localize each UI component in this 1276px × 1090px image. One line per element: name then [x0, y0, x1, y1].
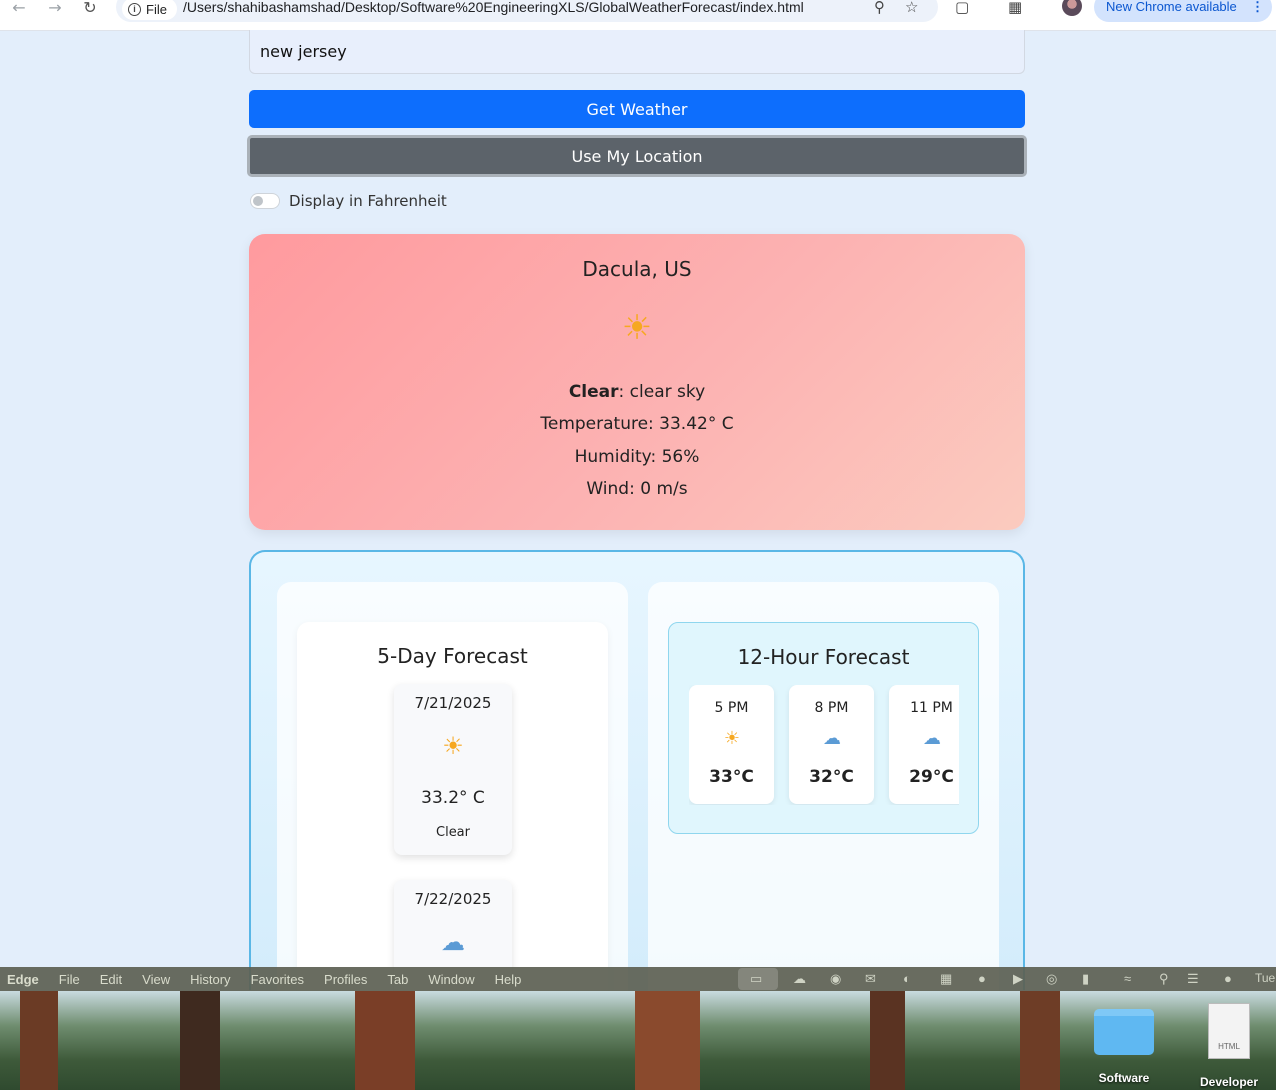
browser-toolbar: ← → ↻ i File /Users/shahibashamshad/Desk…: [0, 0, 1276, 31]
control-center-icon[interactable]: ☰: [1187, 971, 1199, 987]
hour-time: 5 PM: [714, 700, 749, 716]
fahrenheit-toggle-row: Display in Fahrenheit: [250, 192, 447, 210]
cloud-icon: ☁: [923, 728, 941, 749]
hour-temperature: 29°C: [909, 767, 954, 787]
menu-window[interactable]: Window: [428, 972, 474, 987]
menu-favorites[interactable]: Favorites: [251, 972, 304, 987]
siri-icon[interactable]: ●: [1224, 971, 1232, 986]
hour-temperature: 33°C: [709, 767, 754, 787]
cloud-icon: ☁: [441, 928, 465, 956]
daily-forecast-title: 5-Day Forecast: [377, 644, 528, 668]
hourly-scroll-strip[interactable]: 5 PM ☀ 33°C 8 PM ☁ 32°C 11 PM ☁ 29°C: [689, 685, 959, 805]
zoom-icon[interactable]: ◉: [830, 971, 841, 987]
desktop-item-label: Developer: [1199, 1075, 1259, 1089]
desktop-item-developer[interactable]: HTML Developer: [1197, 1003, 1261, 1089]
hour-forecast-card: 5 PM ☀ 33°C: [689, 685, 774, 804]
weather-condition: Clear: clear sky: [249, 382, 1025, 402]
clock[interactable]: Tue: [1255, 971, 1275, 985]
hourly-forecast-title: 12-Hour Forecast: [737, 645, 910, 669]
battery-icon[interactable]: ▮: [1082, 971, 1089, 987]
day-forecast-card: 7/21/2025 ☀ 33.2° C Clear: [394, 684, 512, 855]
profile-avatar[interactable]: [1062, 0, 1082, 16]
menu-file[interactable]: File: [59, 972, 80, 987]
daily-forecast-panel: 5-Day Forecast 7/21/2025 ☀ 33.2° C Clear…: [277, 582, 628, 1020]
fahrenheit-toggle[interactable]: [250, 193, 280, 209]
airdrop-icon[interactable]: ◎: [1046, 971, 1057, 987]
site-info-chip[interactable]: i File: [122, 0, 177, 20]
menu-tab[interactable]: Tab: [387, 972, 408, 987]
location-pin-icon[interactable]: ⚲: [874, 0, 885, 16]
day-date: 7/21/2025: [414, 694, 492, 712]
cloud-icon: ☁: [823, 728, 841, 749]
hour-forecast-card: 11 PM ☁ 29°C: [889, 685, 959, 804]
condition-description: : clear sky: [618, 382, 706, 402]
menu-view[interactable]: View: [142, 972, 170, 987]
menu-profiles[interactable]: Profiles: [324, 972, 367, 987]
hour-temperature: 32°C: [809, 767, 854, 787]
bookmark-star-icon[interactable]: ☆: [905, 0, 918, 16]
file-label: File: [146, 1, 167, 17]
menu-app-name[interactable]: Edge: [7, 972, 39, 987]
day-temperature: 33.2° C: [421, 788, 485, 808]
menu-help[interactable]: Help: [495, 972, 522, 987]
play-icon[interactable]: ▶: [1013, 971, 1023, 987]
get-weather-button[interactable]: Get Weather: [249, 90, 1025, 128]
address-bar[interactable]: i File /Users/shahibashamshad/Desktop/So…: [116, 0, 938, 22]
hour-time: 8 PM: [814, 700, 849, 716]
outlook-icon[interactable]: ✉: [865, 971, 876, 987]
desktop-item-label: Software: [1098, 1071, 1150, 1085]
wifi-icon[interactable]: ≈: [1124, 971, 1131, 986]
desktop-item-software[interactable]: Software: [1093, 1009, 1155, 1085]
chrome-icon[interactable]: ◐: [903, 971, 911, 986]
hourly-forecast-card: 12-Hour Forecast 5 PM ☀ 33°C 8 PM ☁ 32°C…: [668, 622, 979, 834]
day-description: Clear: [436, 825, 470, 840]
new-chrome-available-button[interactable]: New Chrome available ⋮: [1094, 0, 1272, 22]
sun-icon: ☀: [723, 728, 741, 749]
city-search-input[interactable]: [249, 30, 1025, 74]
cloud-icon[interactable]: ☁: [793, 971, 806, 987]
folder-icon: [1094, 1009, 1154, 1055]
extensions-icon[interactable]: ▢: [955, 0, 969, 16]
daily-forecast-card: 5-Day Forecast 7/21/2025 ☀ 33.2° C Clear…: [297, 622, 608, 1020]
hour-time: 11 PM: [910, 700, 953, 716]
screen-share-icon[interactable]: ▭: [750, 971, 762, 987]
html-badge: HTML: [1218, 1042, 1240, 1051]
forecast-container: 5-Day Forecast 7/21/2025 ☀ 33.2° C Clear…: [249, 550, 1025, 1020]
toggle-knob: [253, 196, 263, 206]
day-date: 7/22/2025: [414, 890, 492, 908]
info-icon: i: [128, 2, 141, 16]
more-menu-icon[interactable]: ⋮: [1251, 0, 1264, 22]
update-pill-label: New Chrome available: [1106, 0, 1237, 14]
temperature-text: Temperature: 33.42° C: [540, 414, 734, 434]
menu-edit[interactable]: Edit: [100, 972, 122, 987]
spotlight-search-icon[interactable]: ⚲: [1159, 971, 1169, 987]
wind-text: Wind: 0 m/s: [586, 479, 688, 499]
desktop-wallpaper: Software HTML Developer: [0, 991, 1276, 1090]
hourly-forecast-panel: 12-Hour Forecast 5 PM ☀ 33°C 8 PM ☁ 32°C…: [648, 582, 999, 1002]
reading-list-icon[interactable]: ▦: [1008, 0, 1022, 16]
html-document-icon: HTML: [1208, 1003, 1250, 1059]
condition-main: Clear: [568, 382, 619, 402]
forward-arrow-icon[interactable]: →: [44, 0, 66, 18]
reload-icon[interactable]: ↻: [79, 0, 101, 18]
url-text[interactable]: /Users/shahibashamshad/Desktop/Software%…: [183, 0, 804, 15]
current-weather-card: Dacula, US ☀ Clear: clear sky Temperatur…: [249, 234, 1025, 530]
sun-icon: ☀: [621, 308, 653, 348]
use-my-location-button[interactable]: Use My Location: [247, 135, 1027, 177]
humidity-text: Humidity: 56%: [574, 447, 700, 467]
menu-history[interactable]: History: [190, 972, 230, 987]
sun-icon: ☀: [442, 732, 464, 760]
hour-forecast-card: 8 PM ☁ 32°C: [789, 685, 874, 804]
macos-menu-bar: Edge File Edit View History Favorites Pr…: [0, 967, 1276, 991]
back-arrow-icon[interactable]: ←: [8, 0, 30, 18]
city-name: Dacula, US: [582, 257, 692, 281]
fahrenheit-toggle-label[interactable]: Display in Fahrenheit: [289, 192, 447, 210]
excel-icon[interactable]: ▦: [940, 971, 952, 987]
teams-icon[interactable]: ●: [978, 971, 986, 986]
